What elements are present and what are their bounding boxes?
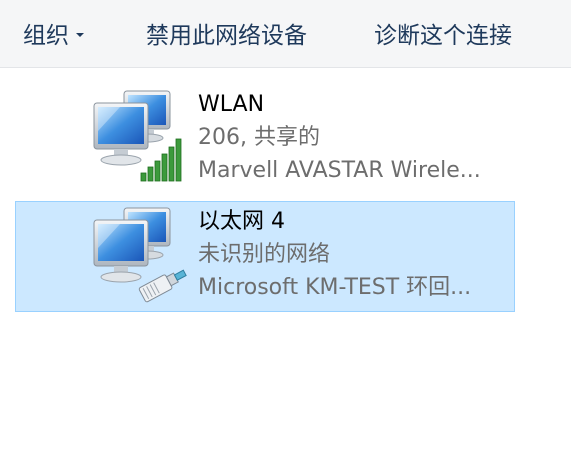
connection-item-wlan[interactable]: WLAN 206, 共享的 Marvell AVASTAR Wirele...: [15, 84, 515, 195]
organize-menu-button[interactable]: 组织: [23, 0, 84, 68]
chevron-down-icon: [76, 32, 84, 37]
connection-item-ethernet-4[interactable]: 以太网 4 未识别的网络 Microsoft KM-TEST 环回...: [15, 201, 515, 312]
organize-label: 组织: [23, 23, 69, 49]
connection-status: 未识别的网络: [198, 242, 331, 267]
wireless-network-icon: [93, 90, 182, 182]
connection-device: Marvell AVASTAR Wirele...: [198, 158, 481, 183]
connection-name: WLAN: [198, 92, 265, 117]
ethernet-plug: [138, 269, 187, 303]
disable-device-button[interactable]: 禁用此网络设备: [146, 0, 307, 68]
command-bar: 组织 禁用此网络设备 诊断这个连接: [0, 0, 571, 68]
connection-status: 206, 共享的: [198, 125, 320, 150]
diagnose-connection-button[interactable]: 诊断这个连接: [374, 0, 512, 68]
connection-device: Microsoft KM-TEST 环回...: [198, 275, 472, 300]
connection-name: 以太网 4: [198, 209, 285, 234]
ethernet-network-icon: [93, 207, 187, 303]
network-connections-window: 组织 禁用此网络设备 诊断这个连接 WLAN 206, 共享的 Marvell …: [0, 0, 571, 463]
